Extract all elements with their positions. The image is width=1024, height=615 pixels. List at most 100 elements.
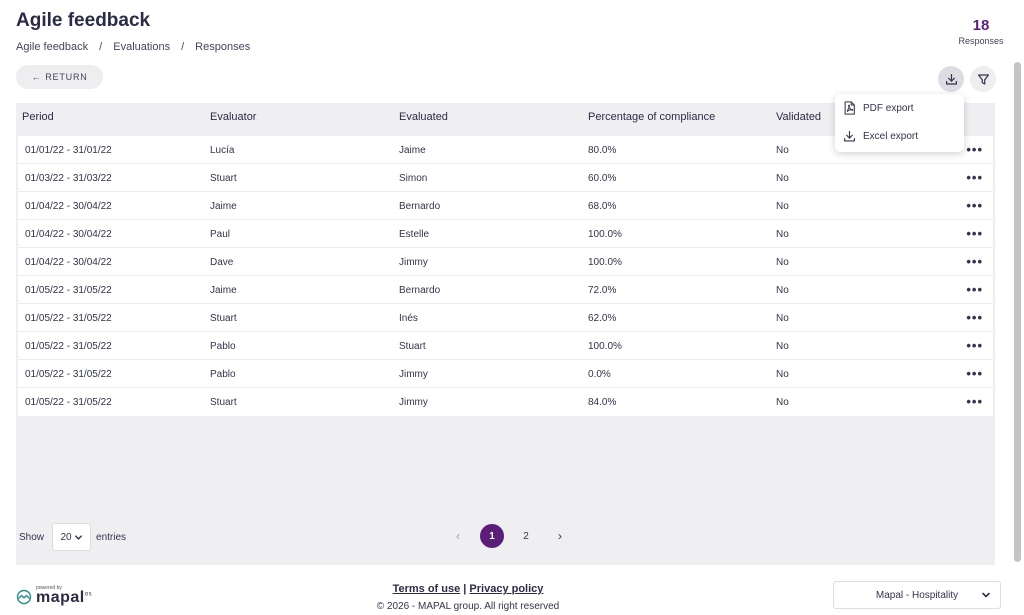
- table-row[interactable]: 01/05/22 - 31/05/22 Stuart Inés 62.0% No…: [18, 304, 993, 332]
- cell-validated: No: [776, 341, 789, 352]
- cell-evaluated: Estelle: [399, 229, 430, 240]
- excel-export-label: Excel export: [863, 130, 919, 142]
- cell-evaluated: Inés: [399, 313, 418, 324]
- cell-validated: No: [776, 145, 789, 156]
- organization-value: Mapal - Hospitality: [875, 589, 959, 601]
- row-actions-ellipsis-icon[interactable]: •••: [966, 394, 983, 409]
- table-row[interactable]: 01/05/22 - 31/05/22 Stuart Jimmy 84.0% N…: [18, 388, 993, 416]
- table-row[interactable]: 01/05/22 - 31/05/22 Pablo Stuart 100.0% …: [18, 332, 993, 360]
- row-actions-ellipsis-icon[interactable]: •••: [966, 226, 983, 241]
- table-row[interactable]: 01/03/22 - 31/03/22 Stuart Simon 60.0% N…: [18, 164, 993, 192]
- pdf-export-label: PDF export: [863, 102, 914, 114]
- next-page-chevron-icon[interactable]: ›: [548, 524, 572, 548]
- cell-validated: No: [776, 201, 789, 212]
- row-actions-ellipsis-icon[interactable]: •••: [966, 282, 983, 297]
- cell-period: 01/04/22 - 30/04/22: [25, 201, 112, 212]
- download-button[interactable]: [938, 66, 964, 92]
- table-row[interactable]: 01/05/22 - 31/05/22 Jaime Bernardo 72.0%…: [18, 276, 993, 304]
- privacy-policy-link[interactable]: Privacy policy: [469, 583, 543, 595]
- responses-table-panel: Period Evaluator Evaluated Percentage of…: [16, 103, 995, 565]
- cell-evaluator: Lucía: [210, 145, 235, 156]
- responses-count-label: Responses: [958, 36, 1004, 46]
- entries-label: entries: [96, 531, 127, 543]
- row-actions-ellipsis-icon[interactable]: •••: [966, 142, 983, 157]
- page-2-button[interactable]: 2: [514, 524, 538, 548]
- breadcrumb-separator: /: [99, 41, 103, 53]
- cell-percentage: 100.0%: [588, 341, 622, 352]
- table-row[interactable]: 01/04/22 - 30/04/22 Paul Estelle 100.0% …: [18, 220, 993, 248]
- column-header-validated[interactable]: Validated: [776, 111, 821, 123]
- responses-counter: 18 Responses: [956, 17, 1006, 46]
- organization-select[interactable]: Mapal - Hospitality: [833, 581, 1001, 609]
- column-header-evaluator[interactable]: Evaluator: [210, 111, 256, 123]
- cell-period: 01/04/22 - 30/04/22: [25, 229, 112, 240]
- breadcrumb-item-agile-feedback[interactable]: Agile feedback: [16, 41, 88, 53]
- show-label: Show: [19, 531, 45, 543]
- table-body: 01/01/22 - 31/01/22 Lucía Jaime 80.0% No…: [18, 136, 993, 416]
- return-button-label: RETURN: [45, 72, 88, 82]
- entries-per-page-select[interactable]: 20: [52, 523, 92, 551]
- cell-period: 01/05/22 - 31/05/22: [25, 369, 112, 380]
- row-actions-ellipsis-icon[interactable]: •••: [966, 170, 983, 185]
- filter-button[interactable]: [970, 66, 996, 92]
- cell-evaluator: Jaime: [210, 201, 237, 212]
- cell-evaluated: Jimmy: [399, 369, 428, 380]
- cell-percentage: 80.0%: [588, 145, 617, 156]
- row-actions-ellipsis-icon[interactable]: •••: [966, 338, 983, 353]
- return-button[interactable]: ← RETURN: [16, 65, 103, 89]
- terms-of-use-link[interactable]: Terms of use: [393, 583, 461, 595]
- footer-links: Terms of use | Privacy policy: [0, 583, 936, 595]
- column-header-evaluated[interactable]: Evaluated: [399, 111, 448, 123]
- cell-evaluated: Jaime: [399, 145, 426, 156]
- chevron-down-icon: [74, 534, 82, 540]
- cell-evaluator: Paul: [210, 229, 231, 240]
- cell-percentage: 68.0%: [588, 201, 617, 212]
- cell-period: 01/05/22 - 31/05/22: [25, 341, 112, 352]
- cell-period: 01/03/22 - 31/03/22: [25, 173, 112, 184]
- page-title: Agile feedback: [16, 10, 151, 31]
- cell-validated: No: [776, 313, 789, 324]
- chevron-down-icon: [982, 592, 990, 598]
- cell-percentage: 60.0%: [588, 173, 617, 184]
- previous-page-chevron-icon[interactable]: ‹: [446, 524, 470, 548]
- table-row[interactable]: 01/05/22 - 31/05/22 Pablo Jimmy 0.0% No …: [18, 360, 993, 388]
- filter-icon: [977, 73, 989, 85]
- page-1-button[interactable]: 1: [480, 524, 504, 548]
- entries-value: 20: [60, 531, 72, 543]
- cell-evaluated: Jimmy: [399, 257, 428, 268]
- row-actions-ellipsis-icon[interactable]: •••: [966, 254, 983, 269]
- cell-percentage: 100.0%: [588, 229, 622, 240]
- pdf-file-icon: [844, 101, 855, 115]
- cell-validated: No: [776, 369, 789, 380]
- cell-percentage: 84.0%: [588, 397, 617, 408]
- download-icon: [844, 130, 855, 142]
- cell-percentage: 62.0%: [588, 313, 617, 324]
- row-actions-ellipsis-icon[interactable]: •••: [966, 310, 983, 325]
- page-scrollbar[interactable]: [1014, 62, 1021, 562]
- arrow-left-icon: ←: [31, 72, 42, 82]
- cell-percentage: 72.0%: [588, 285, 617, 296]
- cell-evaluator: Pablo: [210, 369, 236, 380]
- cell-period: 01/05/22 - 31/05/22: [25, 285, 112, 296]
- excel-export-menu-item[interactable]: Excel export: [843, 125, 918, 147]
- cell-percentage: 100.0%: [588, 257, 622, 268]
- cell-period: 01/01/22 - 31/01/22: [25, 145, 112, 156]
- cell-period: 01/05/22 - 31/05/22: [25, 397, 112, 408]
- row-actions-ellipsis-icon[interactable]: •••: [966, 198, 983, 213]
- row-actions-ellipsis-icon[interactable]: •••: [966, 366, 983, 381]
- table-row[interactable]: 01/04/22 - 30/04/22 Dave Jimmy 100.0% No…: [18, 248, 993, 276]
- copyright-text: © 2026 - MAPAL group. All right reserved: [376, 601, 560, 612]
- cell-evaluator: Stuart: [210, 313, 237, 324]
- download-icon: [945, 73, 957, 85]
- column-header-period[interactable]: Period: [22, 111, 54, 123]
- entries-control: Show 20 entries: [19, 523, 126, 551]
- breadcrumb-item-evaluations[interactable]: Evaluations: [113, 41, 170, 53]
- cell-evaluator: Jaime: [210, 285, 237, 296]
- cell-evaluated: Simon: [399, 173, 428, 184]
- table-row[interactable]: 01/04/22 - 30/04/22 Jaime Bernardo 68.0%…: [18, 192, 993, 220]
- export-menu: PDF export Excel export: [835, 94, 964, 152]
- cell-period: 01/04/22 - 30/04/22: [25, 257, 112, 268]
- column-header-percentage[interactable]: Percentage of compliance: [588, 111, 715, 123]
- cell-percentage: 0.0%: [588, 369, 611, 380]
- pdf-export-menu-item[interactable]: PDF export: [843, 97, 914, 119]
